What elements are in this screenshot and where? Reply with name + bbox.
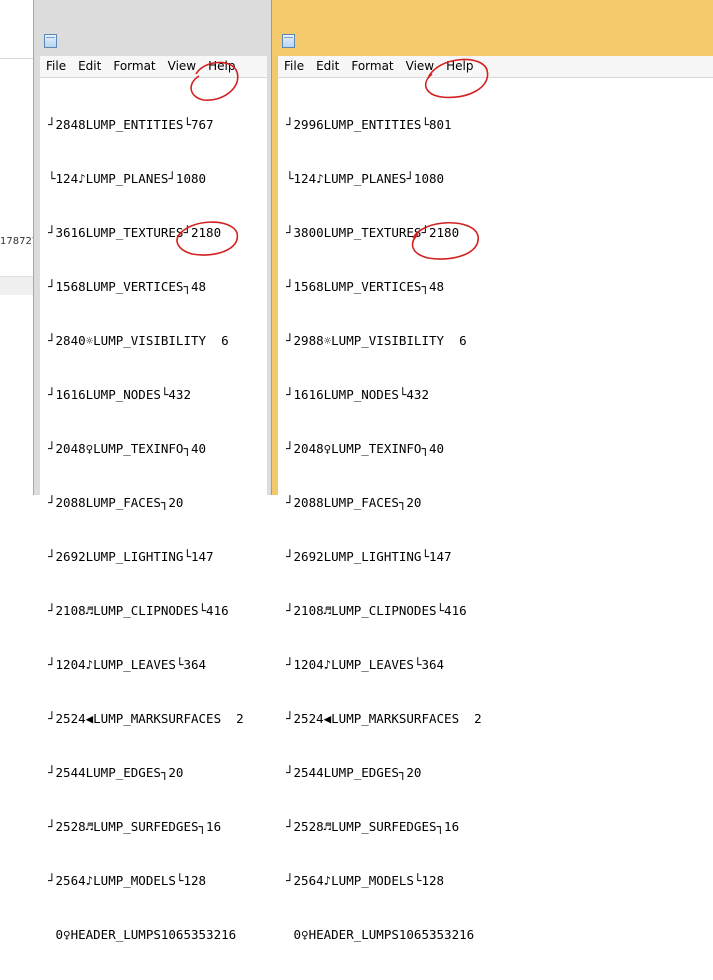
text-line: ┘2524◀LUMP_MARKSURFACES 2 (286, 711, 482, 726)
text-editor[interactable]: ┘2996LUMP_ENTITIES└801 └124♪LUMP_PLANES┘… (278, 77, 713, 942)
text-line: ┘1616LUMP_NODES└432 (48, 387, 191, 402)
notepad-icon (282, 34, 295, 48)
text-line: 0♀HEADER_LUMPS1065353216 (48, 927, 237, 942)
text-line: ┘2108♬LUMP_CLIPNODES└416 (48, 603, 229, 618)
text-line: ┘2088LUMP_FACES┐20 (48, 495, 184, 510)
text-line: ┘2528♬LUMP_SURFEDGES┐16 (286, 819, 460, 834)
menu-format[interactable]: Format (345, 56, 399, 77)
text-editor[interactable]: ┘2848LUMP_ENTITIES└767 └124♪LUMP_PLANES┘… (40, 77, 267, 942)
text-line: └124♪LUMP_PLANES┘1080 (286, 171, 445, 186)
text-line: ┘2692LUMP_LIGHTING└147 (48, 549, 214, 564)
text-line: ┘3800LUMP_TEXTURES┘2180 (286, 225, 460, 240)
text-line: ┘2692LUMP_LIGHTING└147 (286, 549, 452, 564)
text-line: ┘2848LUMP_ENTITIES└767 (48, 117, 214, 132)
menu-bar: File Edit Format View Help (40, 56, 267, 77)
background-window-band (0, 277, 36, 295)
text-line: ┘2048♀LUMP_TEXINFO┐40 (286, 441, 445, 456)
text-content: ┘2996LUMP_ENTITIES└801 └124♪LUMP_PLANES┘… (286, 80, 482, 980)
menu-file[interactable]: File (278, 56, 310, 77)
text-line: 0♀HEADER_LUMPS1065353216 (286, 927, 475, 942)
text-line: ┘2048♀LUMP_TEXINFO┐40 (48, 441, 207, 456)
menu-help[interactable]: Help (440, 56, 479, 77)
text-content: ┘2848LUMP_ENTITIES└767 └124♪LUMP_PLANES┘… (48, 80, 244, 980)
divider (0, 58, 36, 59)
text-line: └124♪LUMP_PLANES┘1080 (48, 171, 207, 186)
menu-file[interactable]: File (40, 56, 72, 77)
menu-edit[interactable]: Edit (72, 56, 107, 77)
text-line: ┘2988☼LUMP_VISIBILITY 6 (286, 333, 467, 348)
text-line: ┘1568LUMP_VERTICES┐48 (286, 279, 445, 294)
background-window[interactable]: 178727 (0, 0, 38, 495)
menu-view[interactable]: View (400, 56, 440, 77)
background-window-title (0, 0, 36, 30)
title-bar[interactable] (272, 26, 713, 56)
text-line: ┘1204♪LUMP_LEAVES└364 (48, 657, 207, 672)
text-line: ┘2996LUMP_ENTITIES└801 (286, 117, 452, 132)
text-line: ┘2108♬LUMP_CLIPNODES└416 (286, 603, 467, 618)
title-bar[interactable] (34, 26, 273, 56)
notepad-window-left[interactable]: File Edit Format View Help ┘2848LUMP_ENT… (33, 0, 273, 942)
menu-edit[interactable]: Edit (310, 56, 345, 77)
text-line: ┘1568LUMP_VERTICES┐48 (48, 279, 207, 294)
notepad-window-right[interactable]: File Edit Format View Help ┘2996LUMP_ENT… (271, 0, 713, 942)
notepad-icon (44, 34, 57, 48)
text-line: ┘2840☼LUMP_VISIBILITY 6 (48, 333, 229, 348)
text-line: ┘1616LUMP_NODES└432 (286, 387, 429, 402)
text-line: ┘2564♪LUMP_MODELS└128 (48, 873, 207, 888)
menu-view[interactable]: View (162, 56, 202, 77)
text-line: ┘3616LUMP_TEXTURES┘2180 (48, 225, 222, 240)
text-line: ┘2088LUMP_FACES┐20 (286, 495, 422, 510)
menu-help[interactable]: Help (202, 56, 241, 77)
text-line: ┘2544LUMP_EDGES┐20 (48, 765, 184, 780)
text-line: ┘2544LUMP_EDGES┐20 (286, 765, 422, 780)
text-line: ┘1204♪LUMP_LEAVES└364 (286, 657, 445, 672)
menu-bar: File Edit Format View Help (278, 56, 713, 77)
text-line: ┘2528♬LUMP_SURFEDGES┐16 (48, 819, 222, 834)
menu-format[interactable]: Format (107, 56, 161, 77)
text-line: ┘2564♪LUMP_MODELS└128 (286, 873, 445, 888)
text-line: ┘2524◀LUMP_MARKSURFACES 2 (48, 711, 244, 726)
